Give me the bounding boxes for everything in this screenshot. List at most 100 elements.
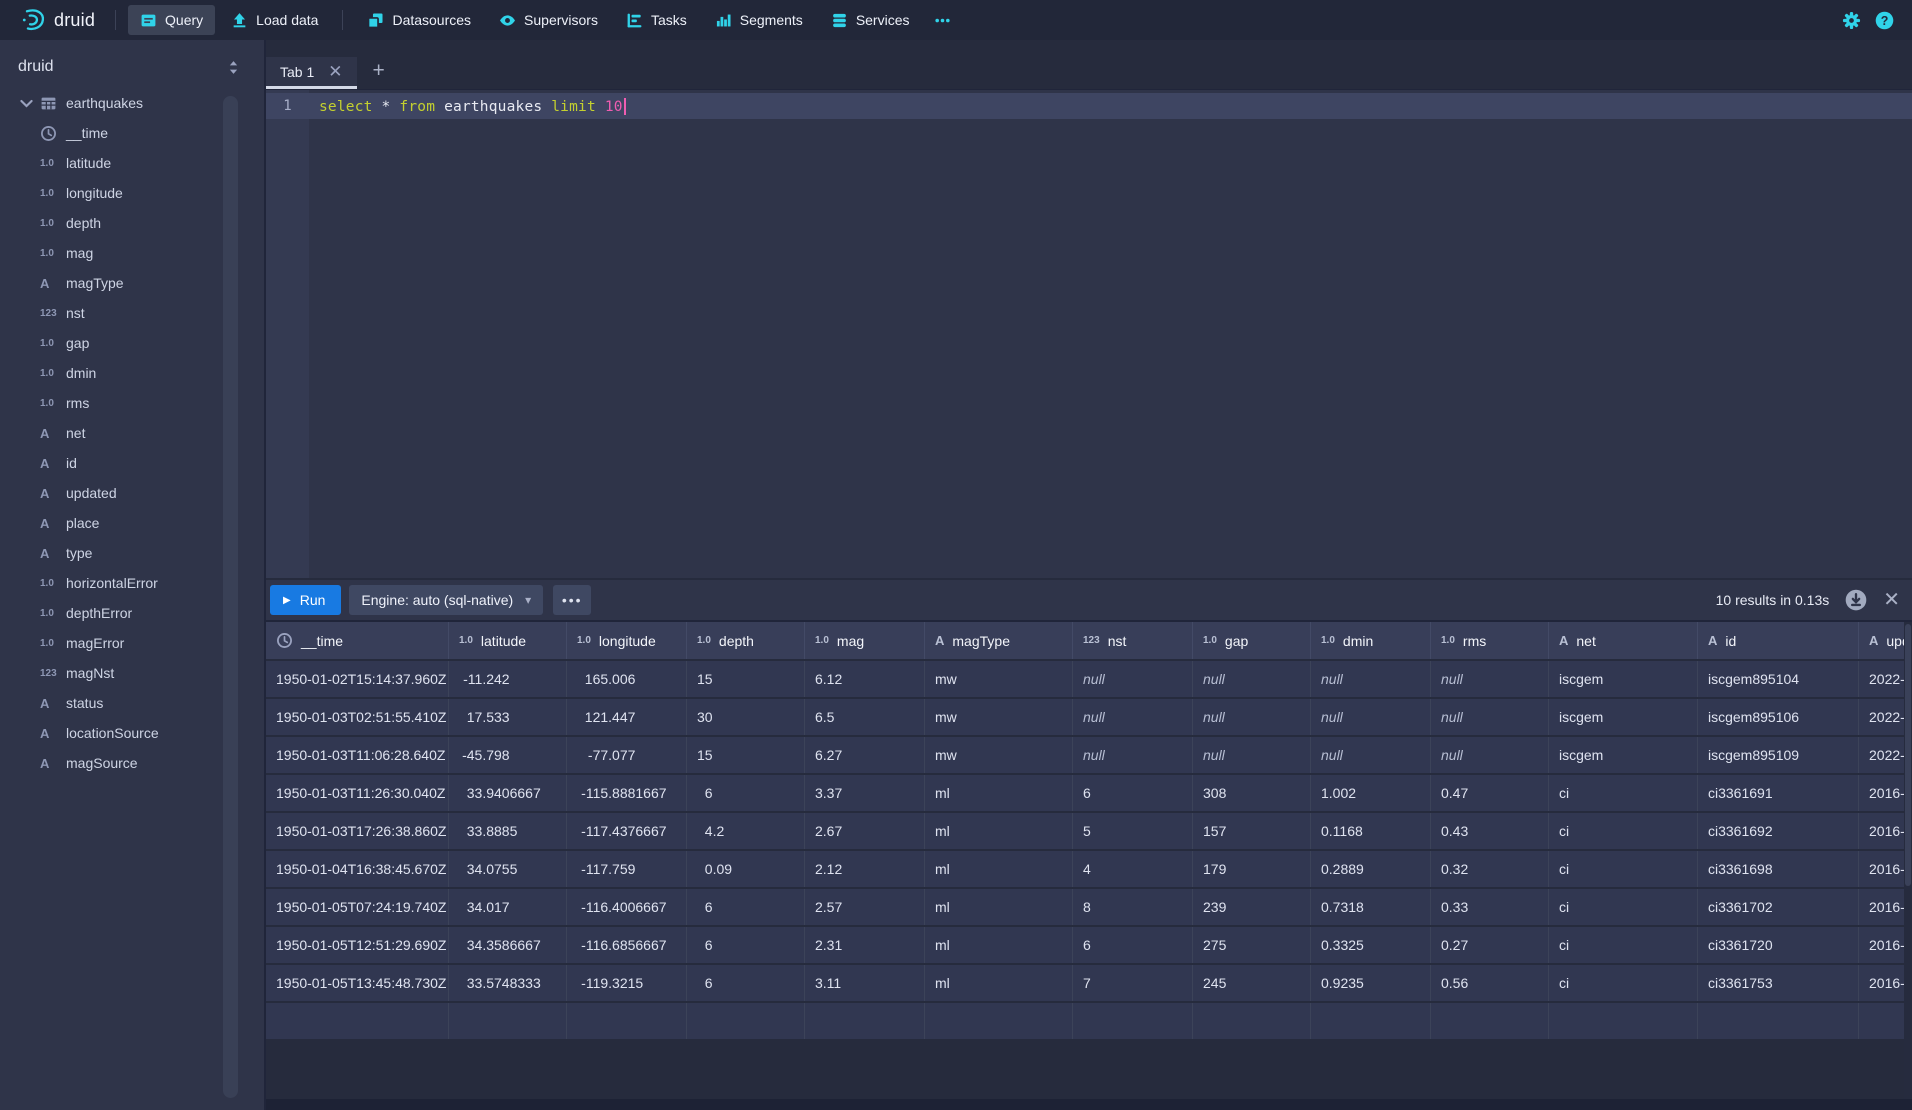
- table-cell-dmin[interactable]: 1.002: [1311, 775, 1431, 811]
- results-header-mag[interactable]: 1.0mag: [805, 622, 925, 659]
- table-cell-time[interactable]: 1950-01-03T11:26:30.040Z: [266, 775, 449, 811]
- table-cell-magtype[interactable]: ml: [925, 889, 1073, 925]
- table-cell-depth[interactable]: 6: [687, 965, 805, 1001]
- table-cell-latitude[interactable]: -11.242: [449, 661, 567, 697]
- table-cell-longitude[interactable]: -115.8881667: [567, 775, 687, 811]
- table-cell-net[interactable]: ci: [1549, 813, 1698, 849]
- table-cell-id[interactable]: ci3361691: [1698, 775, 1859, 811]
- table-cell-longitude[interactable]: -117.759: [567, 851, 687, 887]
- table-cell-longitude[interactable]: 165.006: [567, 661, 687, 697]
- table-cell-latitude[interactable]: 17.533: [449, 699, 567, 735]
- table-cell-gap[interactable]: null: [1193, 737, 1311, 773]
- nav-item-more[interactable]: [926, 5, 959, 35]
- table-cell-depth[interactable]: 6: [687, 775, 805, 811]
- table-cell-nst[interactable]: null: [1073, 699, 1193, 735]
- table-cell-dmin[interactable]: 0.1168: [1311, 813, 1431, 849]
- nav-item-tasks[interactable]: Tasks: [614, 5, 699, 35]
- table-cell-depth[interactable]: 4.2: [687, 813, 805, 849]
- sidebar-scrollbar[interactable]: [223, 96, 238, 1098]
- table-cell-latitude[interactable]: 34.017: [449, 889, 567, 925]
- close-icon[interactable]: ✕: [328, 63, 342, 80]
- table-cell-mag[interactable]: 3.37: [805, 775, 925, 811]
- table-cell-rms[interactable]: 0.32: [1431, 851, 1549, 887]
- table-cell-magtype[interactable]: ml: [925, 813, 1073, 849]
- table-cell-id[interactable]: iscgem895109: [1698, 737, 1859, 773]
- table-cell-depth[interactable]: 15: [687, 661, 805, 697]
- results-header-magtype[interactable]: AmagType: [925, 622, 1073, 659]
- table-cell-mag[interactable]: 6.12: [805, 661, 925, 697]
- table-cell-rms[interactable]: null: [1431, 661, 1549, 697]
- table-cell-dmin[interactable]: 0.3325: [1311, 927, 1431, 963]
- nav-item-datasources[interactable]: Datasources: [355, 5, 483, 35]
- table-cell-nst[interactable]: 7: [1073, 965, 1193, 1001]
- results-header-dmin[interactable]: 1.0dmin: [1311, 622, 1431, 659]
- table-cell-net[interactable]: ci: [1549, 965, 1698, 1001]
- table-cell-dmin[interactable]: null: [1311, 699, 1431, 735]
- table-cell-latitude[interactable]: 33.9406667: [449, 775, 567, 811]
- nav-item-segments[interactable]: Segments: [703, 5, 815, 35]
- table-cell-mag[interactable]: 2.31: [805, 927, 925, 963]
- table-cell-time[interactable]: 1950-01-03T11:06:28.640Z: [266, 737, 449, 773]
- table-cell-id[interactable]: ci3361753: [1698, 965, 1859, 1001]
- nav-item-query[interactable]: Query: [128, 5, 215, 35]
- table-cell-gap[interactable]: null: [1193, 699, 1311, 735]
- help-icon[interactable]: ?: [1875, 11, 1894, 30]
- results-header-latitude[interactable]: 1.0latitude: [449, 622, 567, 659]
- table-cell-time[interactable]: 1950-01-05T07:24:19.740Z: [266, 889, 449, 925]
- vertical-scrollbar[interactable]: [1904, 622, 1912, 1099]
- table-cell-net[interactable]: iscgem: [1549, 661, 1698, 697]
- table-cell-longitude[interactable]: 121.447: [567, 699, 687, 735]
- table-cell-dmin[interactable]: 0.2889: [1311, 851, 1431, 887]
- table-cell-mag[interactable]: 2.12: [805, 851, 925, 887]
- table-cell-net[interactable]: ci: [1549, 889, 1698, 925]
- table-cell-depth[interactable]: 6: [687, 927, 805, 963]
- table-cell-magtype[interactable]: ml: [925, 775, 1073, 811]
- table-cell-gap[interactable]: null: [1193, 661, 1311, 697]
- schema-selector[interactable]: druid: [0, 40, 264, 86]
- table-cell-depth[interactable]: 30: [687, 699, 805, 735]
- results-header-net[interactable]: Anet: [1549, 622, 1698, 659]
- table-cell-nst[interactable]: 5: [1073, 813, 1193, 849]
- results-header-time[interactable]: __time: [266, 622, 449, 659]
- table-cell-latitude[interactable]: -45.798: [449, 737, 567, 773]
- table-cell-gap[interactable]: 157: [1193, 813, 1311, 849]
- table-cell-nst[interactable]: 6: [1073, 927, 1193, 963]
- add-tab-icon[interactable]: +: [373, 59, 385, 83]
- table-cell-net[interactable]: ci: [1549, 851, 1698, 887]
- table-cell-rms[interactable]: 0.43: [1431, 813, 1549, 849]
- sql-editor[interactable]: 1 select * from earthquakes limit 10: [266, 90, 1912, 578]
- table-cell-rms[interactable]: 0.27: [1431, 927, 1549, 963]
- table-cell-latitude[interactable]: 34.3586667: [449, 927, 567, 963]
- druid-logo[interactable]: druid: [12, 7, 105, 33]
- table-cell-longitude[interactable]: -77.077: [567, 737, 687, 773]
- horizontal-scrollbar[interactable]: [266, 1099, 1912, 1110]
- tab-tab1[interactable]: Tab 1 ✕: [266, 57, 357, 89]
- table-cell-time[interactable]: 1950-01-05T12:51:29.690Z: [266, 927, 449, 963]
- table-cell-rms[interactable]: null: [1431, 699, 1549, 735]
- table-cell-id[interactable]: ci3361702: [1698, 889, 1859, 925]
- table-cell-latitude[interactable]: 33.8885: [449, 813, 567, 849]
- table-cell-gap[interactable]: 239: [1193, 889, 1311, 925]
- table-cell-id[interactable]: iscgem895106: [1698, 699, 1859, 735]
- table-cell-nst[interactable]: 8: [1073, 889, 1193, 925]
- table-cell-longitude[interactable]: -116.4006667: [567, 889, 687, 925]
- table-cell-magtype[interactable]: ml: [925, 927, 1073, 963]
- table-cell-depth[interactable]: 6: [687, 889, 805, 925]
- close-results-icon[interactable]: ✕: [1883, 590, 1900, 610]
- table-cell-time[interactable]: 1950-01-04T16:38:45.670Z: [266, 851, 449, 887]
- engine-select[interactable]: Engine: auto (sql-native) ▾: [349, 585, 543, 615]
- table-cell-gap[interactable]: 275: [1193, 927, 1311, 963]
- results-header-id[interactable]: Aid: [1698, 622, 1859, 659]
- nav-item-services[interactable]: Services: [819, 5, 922, 35]
- table-cell-dmin[interactable]: 0.9235: [1311, 965, 1431, 1001]
- table-cell-time[interactable]: 1950-01-03T17:26:38.860Z: [266, 813, 449, 849]
- table-cell-nst[interactable]: null: [1073, 737, 1193, 773]
- table-cell-nst[interactable]: 4: [1073, 851, 1193, 887]
- table-cell-latitude[interactable]: 33.5748333: [449, 965, 567, 1001]
- table-cell-time[interactable]: 1950-01-05T13:45:48.730Z: [266, 965, 449, 1001]
- download-icon[interactable]: [1845, 589, 1867, 611]
- double-caret-icon[interactable]: [227, 60, 240, 75]
- table-cell-rms[interactable]: 0.33: [1431, 889, 1549, 925]
- table-cell-longitude[interactable]: -116.6856667: [567, 927, 687, 963]
- table-cell-dmin[interactable]: null: [1311, 661, 1431, 697]
